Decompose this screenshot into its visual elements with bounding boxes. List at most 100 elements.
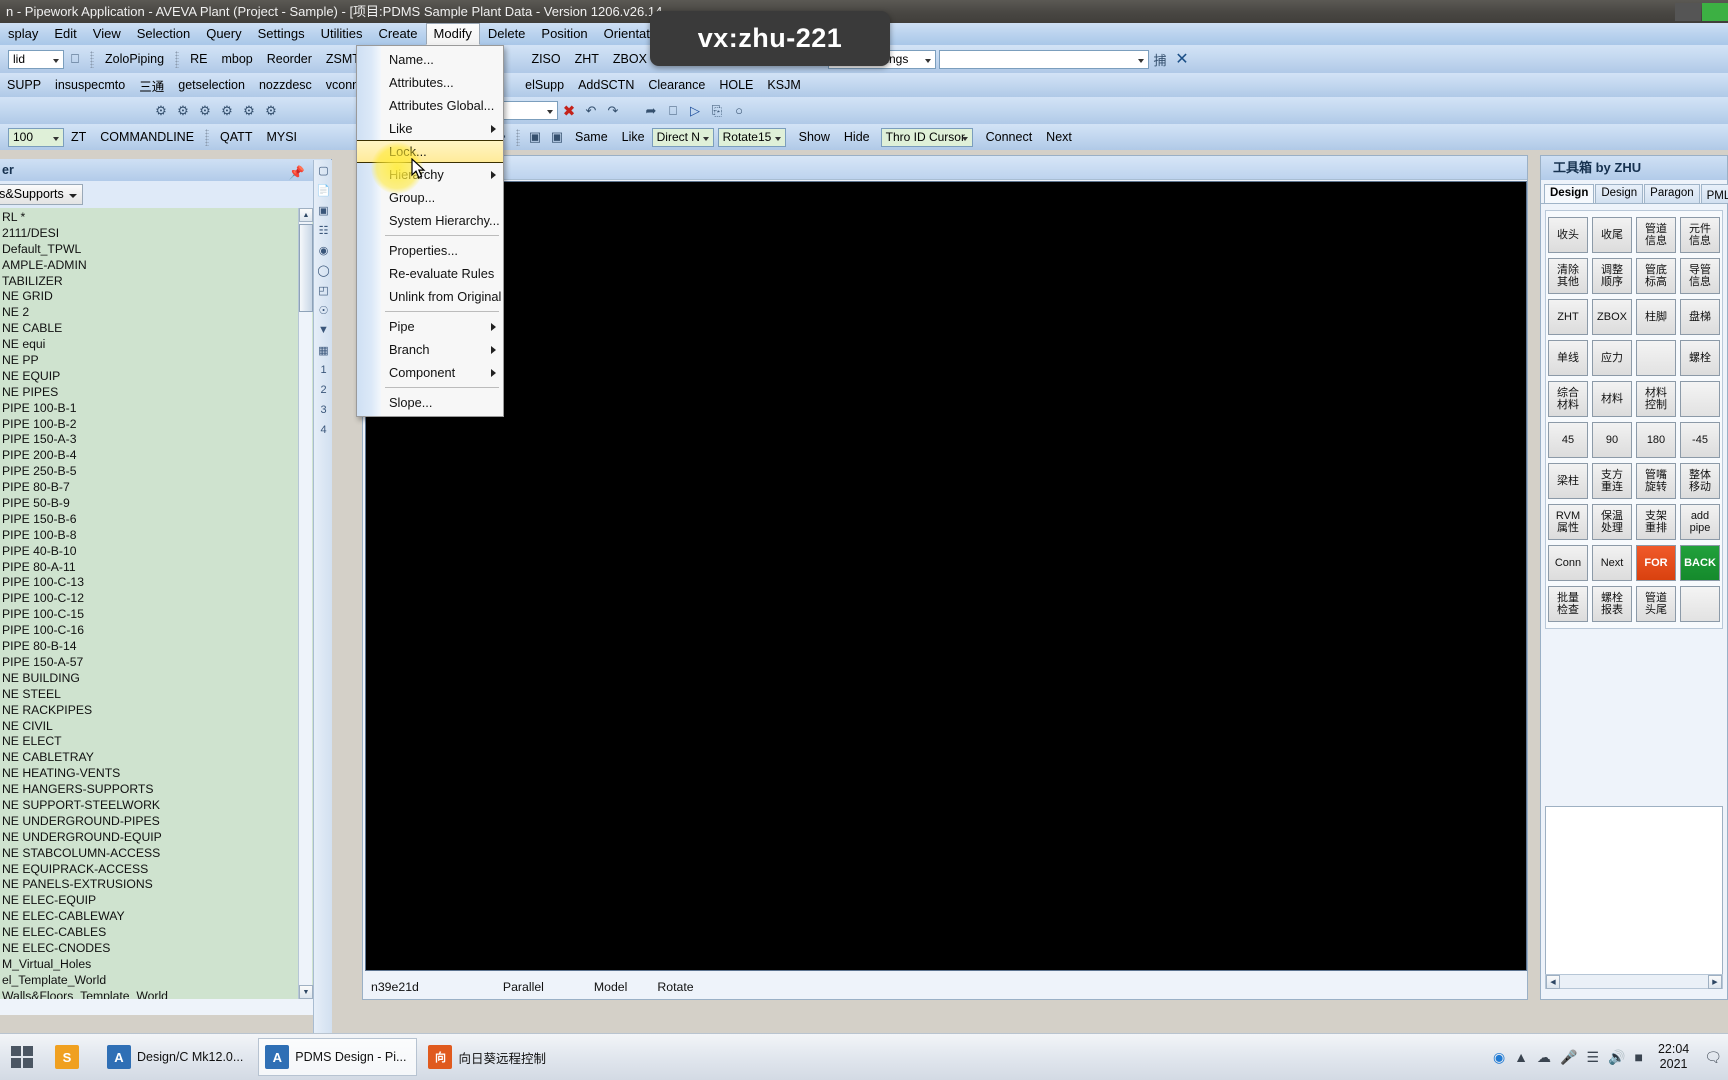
tree-item[interactable]: NE CABLETRAY xyxy=(0,750,313,766)
toolbox-button-27[interactable]: 整体 移动 xyxy=(1680,463,1720,499)
scroll-right-icon[interactable]: ▶ xyxy=(1708,975,1722,989)
menu-item-systemhierarchy[interactable]: System Hierarchy... xyxy=(357,209,503,232)
circle-icon[interactable]: ○ xyxy=(728,101,750,121)
tools-icon[interactable]: ⚙ xyxy=(260,101,282,121)
toolbox-button-12[interactable]: 单线 xyxy=(1548,340,1588,376)
tree-item[interactable]: RL * xyxy=(0,210,313,226)
pipe-icon[interactable]: ◯ xyxy=(314,260,333,280)
re-button[interactable]: RE xyxy=(183,50,214,68)
toolbox-button-32[interactable]: Conn xyxy=(1548,545,1588,581)
menu-view[interactable]: View xyxy=(85,23,129,45)
nozzdesc-button[interactable]: nozzdesc xyxy=(252,76,319,94)
taskbar-item-s[interactable]: S xyxy=(48,1038,96,1076)
toolbox-button-0[interactable]: 收头 xyxy=(1548,217,1588,253)
tree-item[interactable]: NE CABLE xyxy=(0,321,313,337)
explorer-tree[interactable]: RL * 2111/DESI Default_TPWL AMPLE-ADMIN TABI… xyxy=(0,208,313,999)
panel2-icon[interactable]: ▣ xyxy=(546,127,568,147)
tab-paragon[interactable]: Paragon xyxy=(1644,184,1700,203)
commandline-button[interactable]: QATT xyxy=(213,128,259,146)
tree-item[interactable]: PIPE 150-A-3 xyxy=(0,432,313,448)
menu-query[interactable]: Query xyxy=(198,23,249,45)
volume-icon[interactable]: 🔊 xyxy=(1608,1049,1625,1066)
undo-icon[interactable]: ↶ xyxy=(580,101,602,121)
network-icon[interactable]: ☰ xyxy=(1586,1049,1599,1066)
move-node-icon[interactable]: ⚙ xyxy=(194,101,216,121)
tree-item[interactable]: PIPE 100-C-12 xyxy=(0,591,313,607)
santong-button[interactable]: 三通 xyxy=(132,74,171,97)
toolbox-button-8[interactable]: ZHT xyxy=(1548,299,1588,335)
tree-scrollbar[interactable]: ▲ ▼ xyxy=(298,208,313,999)
mbop-button[interactable]: mbop xyxy=(214,50,259,68)
taskbar-item-designc[interactable]: A Design/C Mk12.0... xyxy=(100,1038,254,1076)
tab-pml[interactable]: PML调 xyxy=(1700,184,1728,203)
scroll-up-icon[interactable]: ▲ xyxy=(299,208,313,222)
toolbox-button-35[interactable]: BACK xyxy=(1680,545,1720,581)
tree-item[interactable]: AMPLE-ADMIN xyxy=(0,258,313,274)
scroll-down-icon[interactable]: ▼ xyxy=(299,985,313,999)
tree-item[interactable]: NE SUPPORT-STEELWORK xyxy=(0,798,313,814)
filter-combo[interactable]: rs&Supports xyxy=(0,184,83,205)
menu-edit[interactable]: Edit xyxy=(46,23,84,45)
zt-button[interactable]: COMMANDLINE xyxy=(93,128,201,146)
tree-item[interactable]: NE EQUIPRACK-ACCESS xyxy=(0,862,313,878)
toolbox-button-5[interactable]: 调整 顺序 xyxy=(1592,258,1632,294)
number4-icon[interactable]: 4 xyxy=(314,420,333,440)
toolbox-button-1[interactable]: 收尾 xyxy=(1592,217,1632,253)
tree-item[interactable]: PIPE 150-A-57 xyxy=(0,655,313,671)
tree-item[interactable]: PIPE 80-A-11 xyxy=(0,560,313,576)
close-icon[interactable]: ✕ xyxy=(1171,49,1193,69)
pin-icon[interactable]: 📌 xyxy=(289,162,305,184)
3d-viewport-canvas[interactable] xyxy=(365,181,1527,971)
hole-button[interactable]: HOLE xyxy=(712,76,760,94)
toolbox-button-34[interactable]: FOR xyxy=(1636,545,1676,581)
toolbox-button-17[interactable]: 材料 xyxy=(1592,381,1632,417)
tree-item[interactable]: NE HANGERS-SUPPORTS xyxy=(0,782,313,798)
scroll-thumb[interactable] xyxy=(299,224,313,312)
toolbar-grip[interactable] xyxy=(175,50,180,68)
search-icon[interactable]: ◉ xyxy=(1493,1049,1505,1066)
menu-item-group[interactable]: Group... xyxy=(357,186,503,209)
clearance-button[interactable]: Clearance xyxy=(641,76,712,94)
tab-design-2[interactable]: Design xyxy=(1595,184,1644,203)
tree-item[interactable]: PIPE 150-B-6 xyxy=(0,512,313,528)
toolbox-button-25[interactable]: 支方 重连 xyxy=(1592,463,1632,499)
document-icon[interactable]: 📄 xyxy=(314,180,333,200)
connect-button[interactable]: Connect xyxy=(979,128,1040,146)
tree-item[interactable]: PIPE 80-B-14 xyxy=(0,639,313,655)
hide-button[interactable]: Hide xyxy=(837,128,877,146)
microphone-icon[interactable]: 🎤 xyxy=(1560,1049,1577,1066)
toolbox-button-33[interactable]: Next xyxy=(1592,545,1632,581)
menu-item-component[interactable]: Component xyxy=(357,361,503,384)
tree-item[interactable]: NE ELECT xyxy=(0,734,313,750)
menu-item-attributesglobal[interactable]: Attributes Global... xyxy=(357,94,503,117)
tree-item[interactable]: NE UNDERGROUND-PIPES xyxy=(0,814,313,830)
minimize-button[interactable] xyxy=(1675,2,1701,21)
menu-item-branch[interactable]: Branch xyxy=(357,338,503,361)
notifications-icon[interactable]: 🗨 xyxy=(1704,1049,1722,1066)
menu-selection[interactable]: Selection xyxy=(129,23,198,45)
toolbox-button-6[interactable]: 管底 标高 xyxy=(1636,258,1676,294)
show-button[interactable]: Show xyxy=(792,128,837,146)
taskbar-clock[interactable]: 22:04 2021 xyxy=(1652,1042,1695,1072)
toolbox-button-15[interactable]: 螺栓 xyxy=(1680,340,1720,376)
menu-create[interactable]: Create xyxy=(371,23,426,45)
toolbox-button-31[interactable]: add pipe xyxy=(1680,504,1720,540)
tree-item[interactable]: PIPE 250-B-5 xyxy=(0,464,313,480)
cylinder-icon[interactable]: ⎕ xyxy=(64,49,86,69)
tree-item[interactable]: 2111/DESI xyxy=(0,226,313,242)
toolbox-output-area[interactable] xyxy=(1545,806,1723,976)
tree-item[interactable]: TABILIZER xyxy=(0,274,313,290)
tree-item[interactable]: PIPE 200-B-4 xyxy=(0,448,313,464)
redo-icon[interactable]: ↷ xyxy=(602,101,624,121)
tree-item[interactable]: PIPE 80-B-7 xyxy=(0,480,313,496)
add-node-icon[interactable]: ⚙ xyxy=(150,101,172,121)
menu-item-like[interactable]: Like xyxy=(357,117,503,140)
translate-icon[interactable]: 捕 xyxy=(1149,49,1171,69)
menu-item-pipe[interactable]: Pipe xyxy=(357,315,503,338)
menu-item-lock[interactable]: Lock... xyxy=(357,140,503,163)
tree-item[interactable]: NE RACKPIPES xyxy=(0,703,313,719)
taskbar-item-pdms-design[interactable]: A PDMS Design - Pi... xyxy=(258,1038,418,1076)
toolbox-button-38[interactable]: 管道 头尾 xyxy=(1636,586,1676,622)
grid-icon[interactable]: ▦ xyxy=(314,340,333,360)
number1-icon[interactable]: 1 xyxy=(314,360,333,380)
